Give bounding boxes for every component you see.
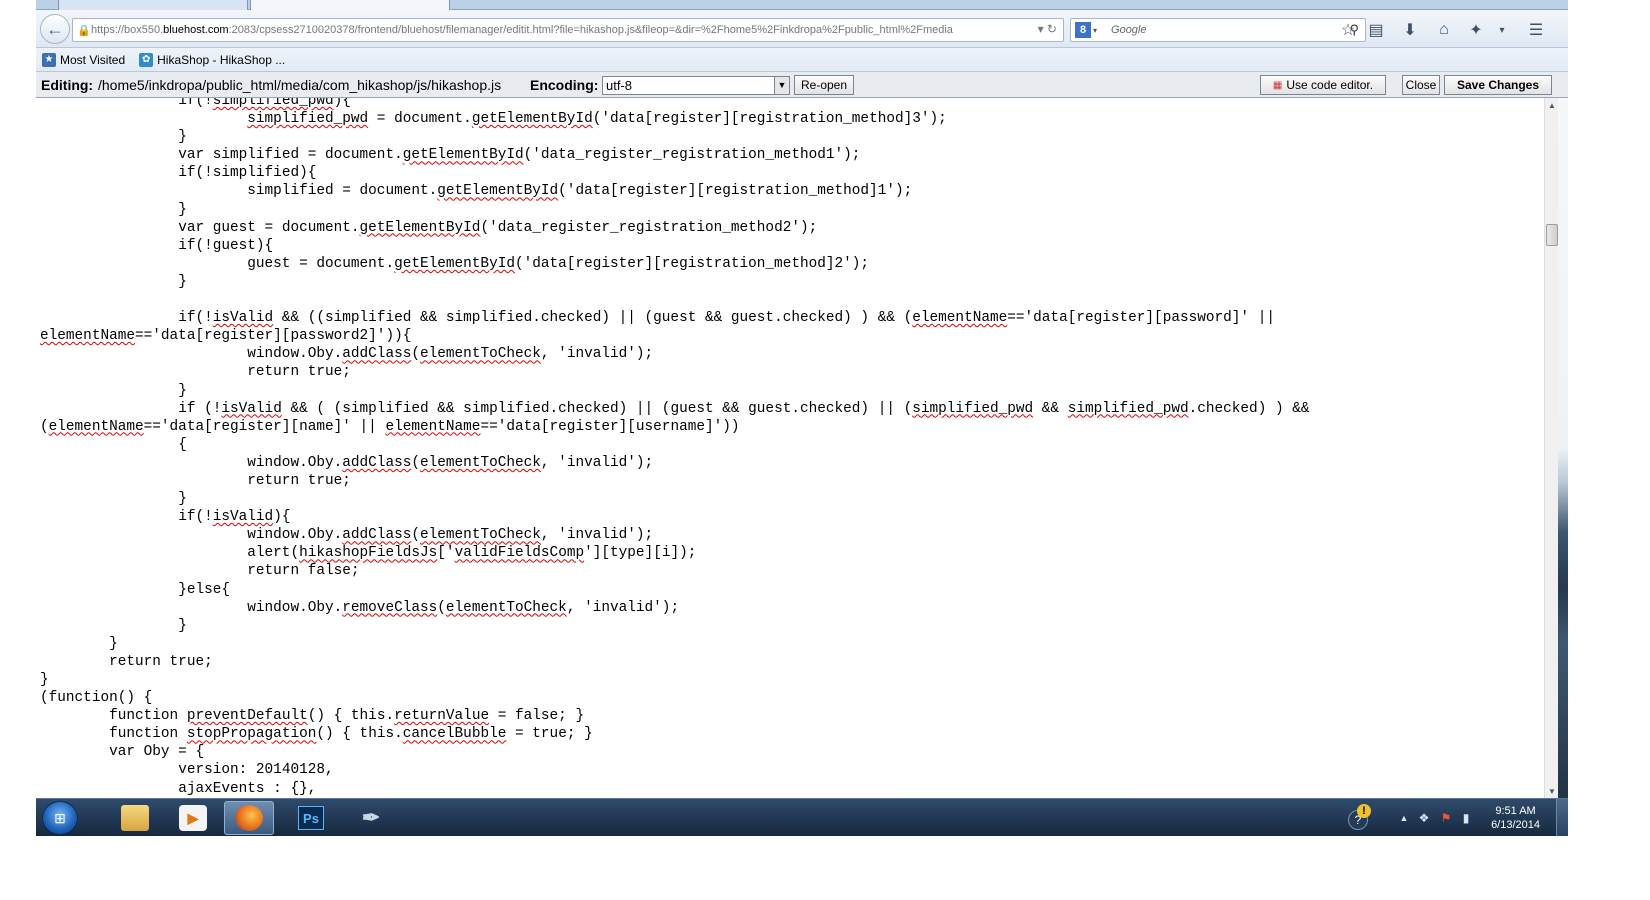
scroll-thumb[interactable]	[1546, 224, 1558, 246]
screen: ← 🔒 https://box550. bluehost.com:2083/cps…	[0, 0, 1568, 840]
bookmark-label: Most Visited	[60, 52, 126, 67]
editing-label: Editing:	[41, 77, 94, 93]
clock-time: 9:51 AM	[1495, 805, 1536, 817]
bookmarks-toolbar: ★ Most Visited ✿ HikaShop - HikaShop ...	[36, 48, 1568, 72]
close-button[interactable]: Close	[1402, 75, 1440, 95]
desktop-wallpaper-edge	[1558, 98, 1568, 798]
chevron-down-icon[interactable]: ▼	[774, 77, 789, 94]
photoshop-icon: Ps	[298, 806, 324, 830]
windows-logo-icon: ⊞	[54, 809, 66, 826]
reload-icon[interactable]: ▾ ↻	[1038, 22, 1057, 36]
bookmark-label: HikaShop - HikaShop ...	[157, 52, 286, 67]
url-bar[interactable]: 🔒 https://box550. bluehost.com:2083/cpses…	[72, 18, 1064, 42]
warning-icon: !	[1357, 804, 1371, 818]
back-arrow-icon: ←	[46, 18, 64, 39]
media-player-icon: ▶	[179, 805, 207, 831]
show-hidden-icons-icon[interactable]: ▲	[1396, 810, 1412, 826]
reopen-button[interactable]: Re-open	[794, 75, 855, 95]
use-code-editor-button[interactable]: ▦ Use code editor.	[1260, 75, 1386, 95]
search-engine-icon[interactable]: 8	[1075, 22, 1091, 38]
vertical-scrollbar[interactable]: ▲ ▼	[1544, 98, 1558, 798]
file-path: /home5/inkdropa/public_html/media/com_hi…	[98, 77, 502, 93]
use-code-editor-label: Use code editor.	[1286, 78, 1374, 92]
taskbar-explorer[interactable]	[110, 801, 160, 835]
start-button[interactable]: ⊞	[42, 801, 78, 835]
download-icon[interactable]: ⬇	[1400, 20, 1420, 40]
taskbar-media-player[interactable]: ▶	[168, 801, 218, 835]
code-editor-textarea[interactable]: if(!simplified_pwd){ simplified_pwd = do…	[36, 98, 1544, 798]
system-clock[interactable]: 9:51 AM 6/13/2014	[1491, 804, 1540, 832]
taskbar: ⊞ ▶ Ps ✒ ? ! ▲ ❖ ⚑ ▮ 9:51 AM 6/13/2014	[36, 798, 1568, 837]
code-content: if(!simplified_pwd){ simplified_pwd = do…	[40, 98, 1310, 797]
tab-strip	[36, 0, 1568, 10]
back-button[interactable]: ←	[40, 14, 70, 44]
save-changes-button[interactable]: Save Changes	[1444, 75, 1552, 95]
bookmark-most-visited[interactable]: ★ Most Visited	[42, 52, 126, 67]
dropbox-icon[interactable]: ❖	[1416, 810, 1432, 826]
taskbar-firefox[interactable]	[224, 801, 274, 835]
taskbar-pen-app[interactable]: ✒	[346, 801, 396, 835]
url-path: :2083/cpsess2710020378/frontend/bluehost…	[228, 24, 953, 36]
lock-icon: 🔒	[77, 24, 91, 37]
navigation-toolbar: ← 🔒 https://box550. bluehost.com:2083/cps…	[36, 10, 1568, 48]
tab-current[interactable]	[250, 0, 450, 10]
clock-date: 6/13/2014	[1491, 819, 1540, 831]
hikashop-icon: ✿	[139, 52, 154, 67]
search-engine-dropdown-icon[interactable]: ▾	[1093, 26, 1097, 35]
search-placeholder: Google	[1111, 24, 1147, 36]
bookmark-hikashop[interactable]: ✿ HikaShop - HikaShop ...	[139, 52, 286, 67]
encoding-value: utf-8	[606, 78, 633, 93]
search-bar[interactable]: 8 ▾ Google ⚲	[1070, 18, 1366, 42]
left-margin	[0, 0, 36, 840]
action-center[interactable]: ? !	[1348, 804, 1372, 830]
home-icon[interactable]: ⌂	[1434, 20, 1454, 40]
page-bottom-margin	[0, 836, 1650, 900]
tab-previous[interactable]	[58, 0, 248, 10]
taskbar-photoshop[interactable]: Ps	[286, 801, 336, 835]
bookmarks-list-icon[interactable]: ▤	[1366, 20, 1386, 40]
addon-icon[interactable]: ✦	[1466, 20, 1486, 40]
battery-icon[interactable]: ▮	[1458, 810, 1474, 826]
bookmark-star-icon[interactable]: ☆	[1338, 20, 1358, 40]
most-visited-icon: ★	[42, 52, 56, 67]
scroll-down-icon[interactable]: ▼	[1545, 784, 1559, 798]
chevron-down-icon[interactable]: ▾	[1492, 20, 1512, 40]
menu-icon[interactable]: ☰	[1526, 20, 1546, 40]
code-editor-icon: ▦	[1272, 79, 1283, 91]
folder-icon	[121, 805, 149, 831]
pen-icon: ✒	[361, 805, 381, 830]
network-icon[interactable]: ⚑	[1438, 810, 1454, 826]
encoding-select[interactable]: utf-8 ▼	[602, 76, 790, 95]
scroll-up-icon[interactable]: ▲	[1545, 98, 1559, 112]
url-host: bluehost.com	[163, 24, 229, 36]
file-editor-toolbar: Editing: /home5/inkdropa/public_html/med…	[36, 72, 1568, 98]
show-desktop-button[interactable]	[1556, 799, 1568, 837]
firefox-icon	[235, 805, 263, 831]
url-scheme: https://box550.	[91, 24, 164, 36]
system-tray: ? ! ▲ ❖ ⚑ ▮ 9:51 AM 6/13/2014	[1308, 799, 1568, 837]
encoding-label: Encoding:	[530, 77, 599, 93]
